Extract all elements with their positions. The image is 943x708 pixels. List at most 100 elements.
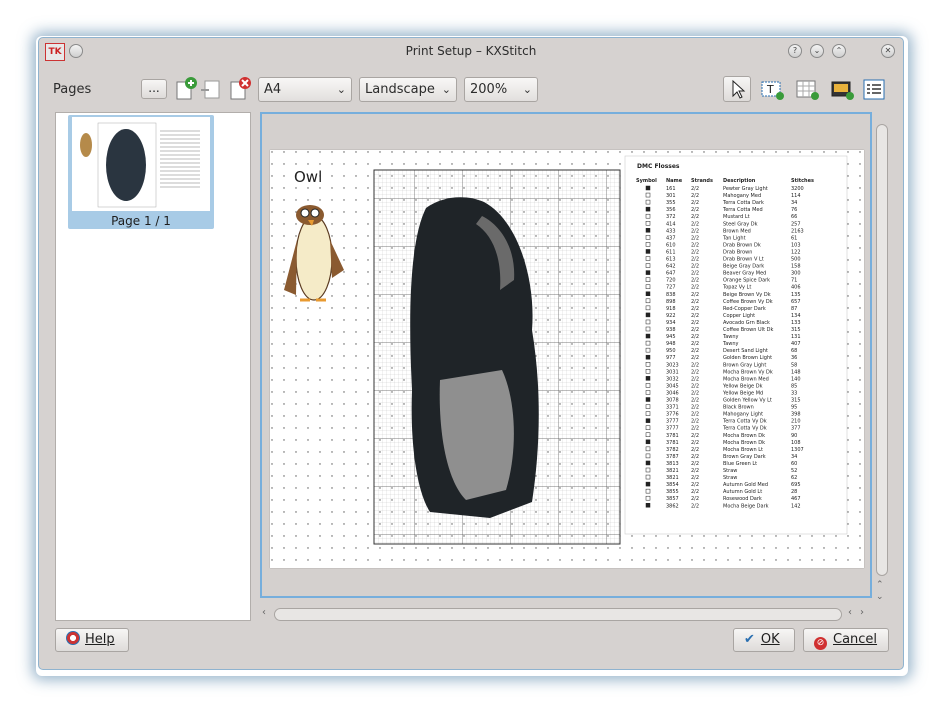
chevron-down-icon: ⌄ xyxy=(336,83,346,96)
close-window-button[interactable]: ✕ xyxy=(881,44,895,58)
page-thumbnail[interactable]: Page 1 / 1 xyxy=(68,115,214,229)
ok-button[interactable]: ✔ OK xyxy=(733,628,795,652)
floss-symbol xyxy=(645,263,651,268)
floss-key-cell: 2/2 xyxy=(691,419,699,425)
floss-symbol xyxy=(645,221,651,226)
paper-size-value: A4 xyxy=(264,82,282,97)
floss-key-cell: Mocha Brown Dk xyxy=(723,433,765,439)
insert-key-button[interactable] xyxy=(860,76,888,102)
floss-key-cell: 148 xyxy=(791,369,801,375)
floss-key-cell: 2/2 xyxy=(691,214,699,220)
floss-key-cell: 122 xyxy=(791,249,801,255)
insert-page-button[interactable] xyxy=(199,76,227,102)
floss-key-cell: Topaz Vy Lt xyxy=(722,285,751,291)
floss-key-cell: 2/2 xyxy=(691,475,699,481)
vertical-scrollbar[interactable]: ⌃ ⌄ xyxy=(875,112,889,604)
maximize-button[interactable]: ⌃ xyxy=(832,44,846,58)
floss-key-cell: 613 xyxy=(666,257,676,263)
floss-key-cell: 3045 xyxy=(666,383,679,389)
delete-page-button[interactable] xyxy=(227,76,255,102)
insert-text-button[interactable]: T xyxy=(758,76,786,102)
floss-symbol xyxy=(645,291,651,296)
floss-key-cell: 114 xyxy=(791,193,801,199)
horizontal-scrollbar[interactable]: ‹ ‹ › xyxy=(260,607,872,622)
floss-key-cell: 2/2 xyxy=(691,235,699,241)
scroll-down-icon[interactable]: ⌄ xyxy=(876,592,884,602)
select-tool-button[interactable] xyxy=(723,76,751,102)
floss-key-cell: 356 xyxy=(666,207,676,213)
floss-key-cell: 3200 xyxy=(791,186,804,192)
scroll-up-icon[interactable]: ⌃ xyxy=(876,580,884,590)
title-bar[interactable]: TK Print Setup – KXStitch ? ⌄ ⌃ ✕ xyxy=(39,38,903,66)
floss-key-cell: 377 xyxy=(791,426,801,432)
floss-key-cell: Brown Gray Dark xyxy=(723,454,766,460)
horizontal-scroll-handle[interactable] xyxy=(274,608,842,621)
add-page-button[interactable] xyxy=(173,76,201,102)
cancel-label: Cancel xyxy=(833,632,878,647)
print-page-canvas: Owl DMC Flosses Symbol Name Strands Desc… xyxy=(270,150,864,568)
floss-key-cell: 2/2 xyxy=(691,292,699,298)
minimize-button[interactable]: ⌄ xyxy=(810,44,824,58)
floss-key-cell: 3777 xyxy=(666,419,679,425)
floss-key-cell: 34 xyxy=(791,454,797,460)
paper-size-select[interactable]: A4 ⌄ xyxy=(258,77,352,102)
insert-pattern-button[interactable] xyxy=(793,76,821,102)
floss-key-cell: Golden Yellow Vy Lt xyxy=(723,398,772,404)
zoom-select[interactable]: 200% ⌄ xyxy=(464,77,538,102)
floss-key-cell: 467 xyxy=(791,496,801,502)
floss-key-cell: 3781 xyxy=(666,440,679,446)
help-button[interactable]: Help xyxy=(55,628,129,652)
floss-key-cell: Coffee Brown Vy Dk xyxy=(723,299,773,305)
floss-key-cell: Mocha Brown Vy Dk xyxy=(723,369,773,375)
floss-key-cell: 108 xyxy=(791,440,801,446)
floss-key-cell: 2/2 xyxy=(691,461,699,467)
vertical-scroll-handle[interactable] xyxy=(876,124,888,576)
floss-key-cell: 2/2 xyxy=(691,306,699,312)
page-preview-area[interactable]: Owl DMC Flosses Symbol Name Strands Desc… xyxy=(260,112,872,598)
floss-key-header: Symbol xyxy=(636,178,657,184)
pattern-grid-icon xyxy=(796,80,819,100)
floss-key-cell: Rosewood Dark xyxy=(723,496,762,502)
floss-symbol xyxy=(645,460,651,466)
floss-key-cell: 3813 xyxy=(666,461,679,467)
floss-key-cell: 33 xyxy=(791,390,797,396)
floss-key-cell: Autumn Gold Lt xyxy=(723,489,762,495)
floss-symbol xyxy=(645,326,651,332)
context-help-button[interactable]: ? xyxy=(788,44,802,58)
floss-key-cell: 3821 xyxy=(666,468,679,474)
image-icon xyxy=(831,81,854,100)
floss-key-cell: 36 xyxy=(791,355,797,361)
insert-image-button[interactable] xyxy=(828,76,856,102)
pages-list[interactable]: Page 1 / 1 xyxy=(55,112,251,621)
floss-key-cell: 161 xyxy=(666,186,676,192)
floss-key-cell: Brown Med xyxy=(723,228,751,234)
floss-key-cell: 1307 xyxy=(791,447,804,453)
floss-key-cell: Drab Brown Dk xyxy=(723,242,761,248)
floss-key-header: Description xyxy=(723,178,756,184)
print-page[interactable]: Owl DMC Flosses Symbol Name Strands Desc… xyxy=(270,150,864,568)
floss-key-cell: 2/2 xyxy=(691,362,699,368)
floss-key-cell: Beaver Gray Med xyxy=(723,271,766,277)
floss-key-cell: Terra Cotta Dark xyxy=(722,200,764,206)
orientation-select[interactable]: Landscape ⌄ xyxy=(359,77,457,102)
floss-key-cell: 437 xyxy=(666,235,676,241)
floss-key-cell: 2/2 xyxy=(691,228,699,234)
floss-key-cell: Beige Brown Vy Dk xyxy=(723,292,771,298)
scroll-right-icon[interactable]: › xyxy=(860,607,864,618)
floss-key-cell: 2/2 xyxy=(691,412,699,418)
cancel-button[interactable]: ⊘ Cancel xyxy=(803,628,889,652)
floss-key-cell: 2/2 xyxy=(691,271,699,277)
floss-key-cell: 140 xyxy=(791,376,801,382)
floss-key-cell: 2/2 xyxy=(691,383,699,389)
scroll-left-icon[interactable]: ‹ xyxy=(848,607,852,618)
floss-symbol xyxy=(645,354,651,360)
floss-key-cell: 131 xyxy=(791,334,801,340)
floss-key-cell: Terra Cotta Med xyxy=(722,207,763,213)
floss-symbol xyxy=(645,397,651,402)
floss-key-cell: 918 xyxy=(666,306,676,312)
scroll-left-icon[interactable]: ‹ xyxy=(262,607,266,618)
floss-symbol xyxy=(645,369,651,374)
floss-key-cell: 2/2 xyxy=(691,285,699,291)
floss-key-cell: 3862 xyxy=(666,503,679,509)
page-options-button[interactable]: ... xyxy=(141,79,167,99)
